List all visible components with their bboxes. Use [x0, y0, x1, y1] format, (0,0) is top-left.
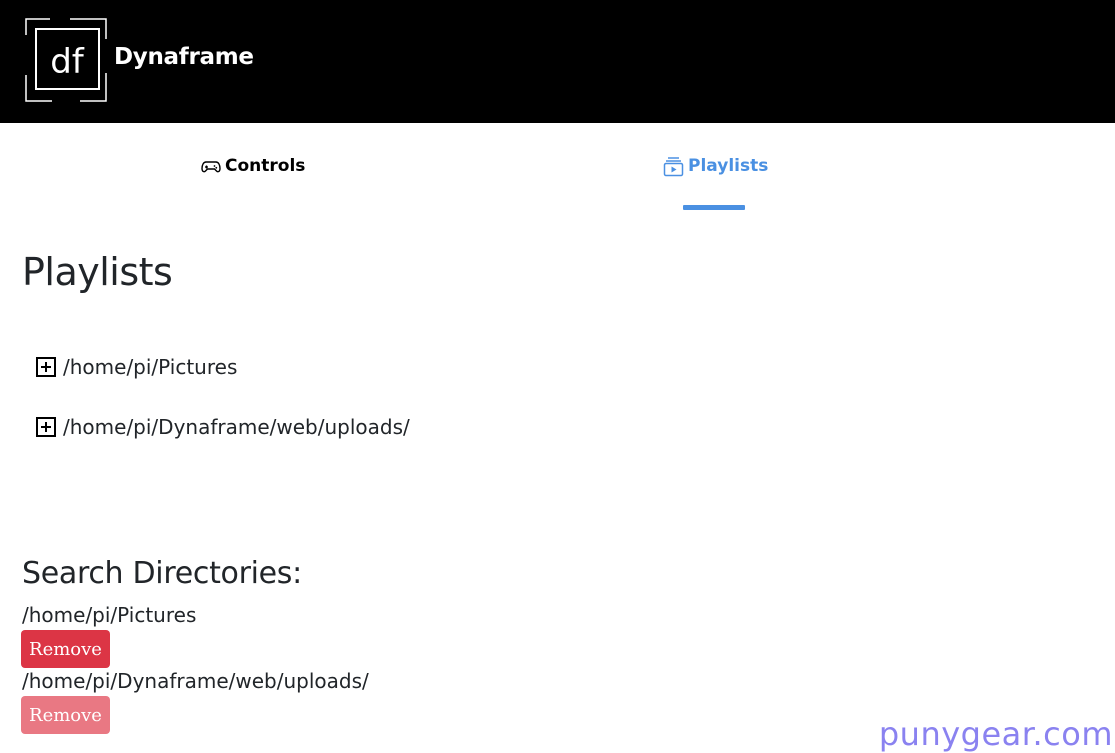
- gamepad-icon: [201, 161, 221, 173]
- playlist-item[interactable]: /home/pi/Pictures: [36, 354, 237, 380]
- watermark: punygear.com: [878, 715, 1113, 753]
- playlist-icon: [663, 156, 684, 176]
- brand-name[interactable]: Dynaframe: [114, 44, 254, 70]
- dynaframe-logo[interactable]: df: [20, 15, 115, 105]
- logo-icon: df: [20, 15, 115, 105]
- plus-square-icon[interactable]: [36, 417, 56, 437]
- search-directory-path: /home/pi/Pictures: [22, 603, 197, 627]
- tab-controls-label: Controls: [225, 156, 306, 176]
- playlist-item[interactable]: /home/pi/Dynaframe/web/uploads/: [36, 414, 410, 440]
- tab-playlists[interactable]: Playlists: [663, 152, 768, 180]
- page-title: Playlists: [22, 250, 173, 294]
- search-directories-title: Search Directories:: [22, 556, 302, 591]
- active-tab-indicator: [683, 205, 745, 210]
- plus-square-icon[interactable]: [36, 357, 56, 377]
- remove-directory-button-disabled[interactable]: Remove: [21, 696, 110, 734]
- playlist-path: /home/pi/Pictures: [63, 355, 238, 379]
- search-directory-path: /home/pi/Dynaframe/web/uploads/: [22, 669, 369, 693]
- remove-directory-button[interactable]: Remove: [21, 630, 110, 668]
- logo-text: df: [50, 42, 85, 82]
- app-header: df Dynaframe: [0, 0, 1115, 123]
- tab-controls[interactable]: Controls: [201, 152, 305, 180]
- tab-playlists-label: Playlists: [688, 156, 769, 176]
- playlist-path: /home/pi/Dynaframe/web/uploads/: [63, 415, 410, 439]
